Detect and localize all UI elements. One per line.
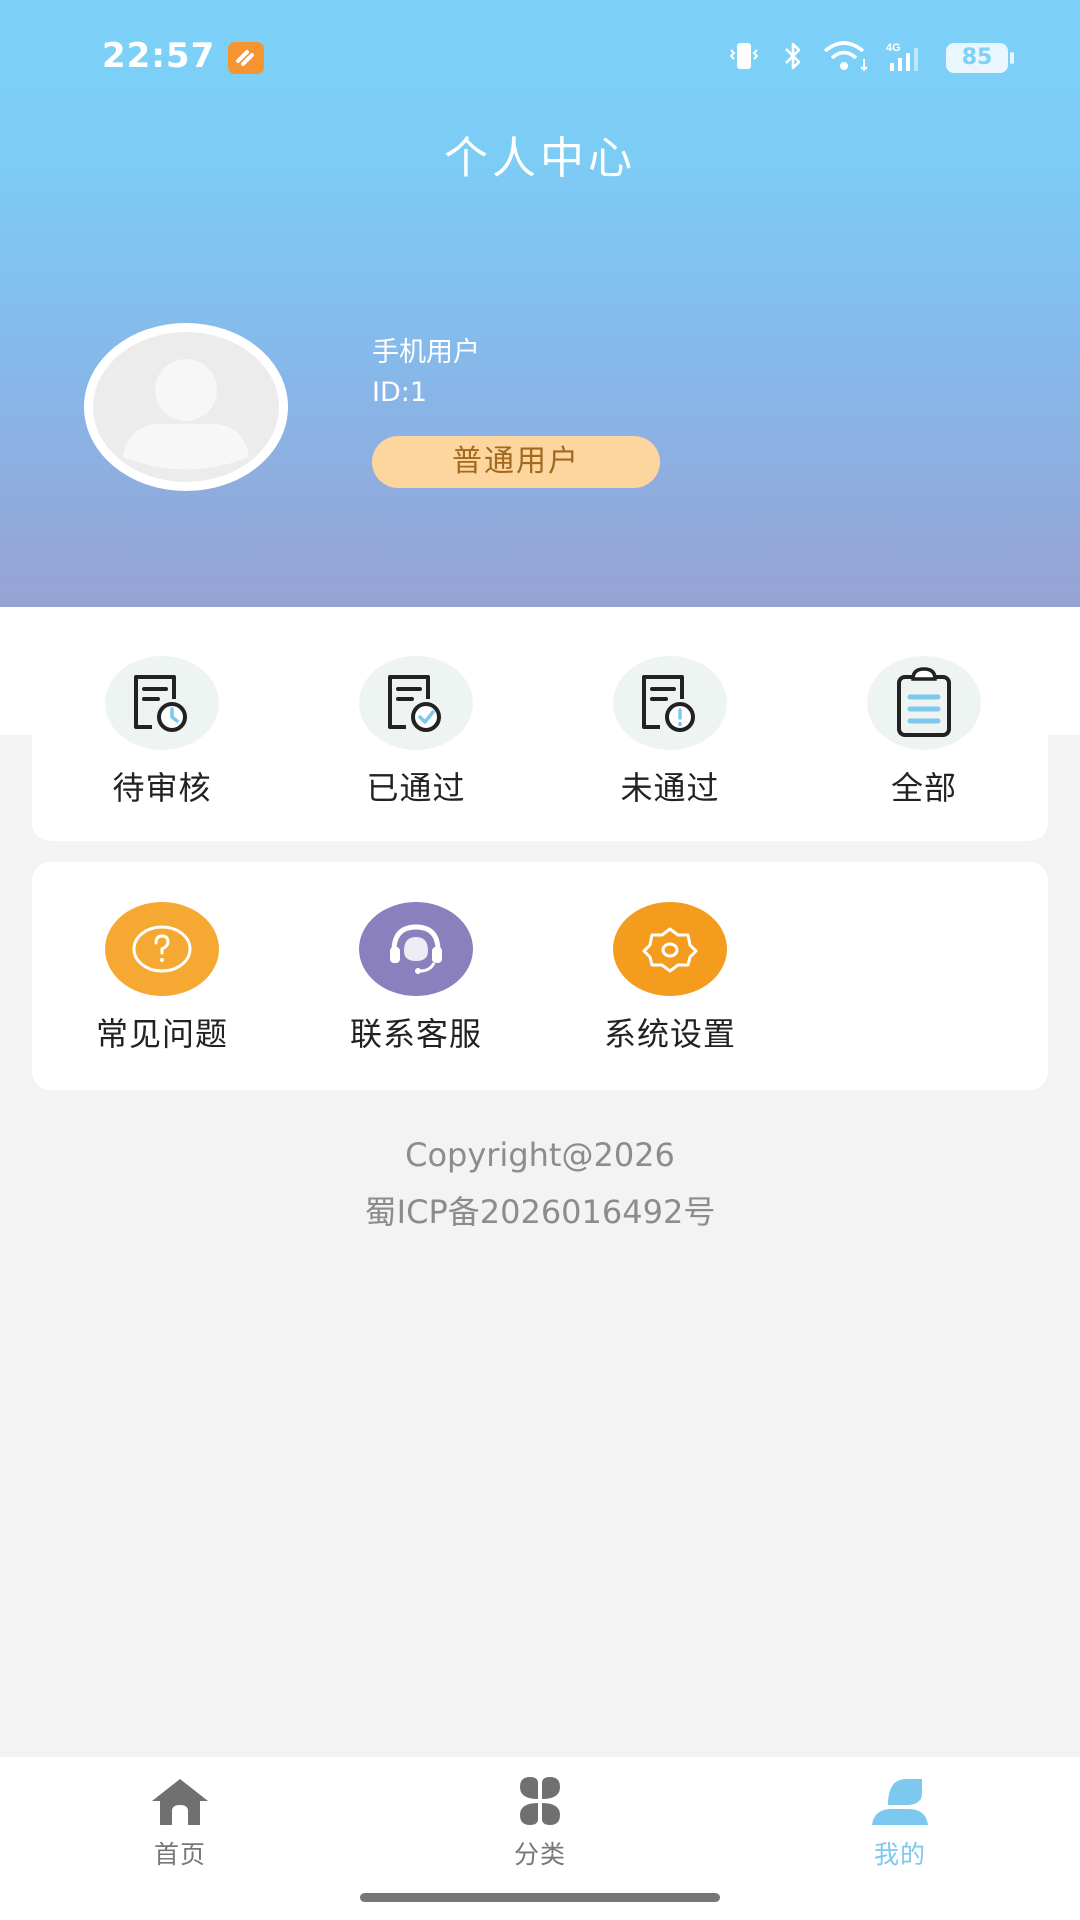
approved-icon	[359, 656, 473, 750]
order-all[interactable]: 全部	[797, 656, 1051, 809]
tab-home[interactable]: 首页	[80, 1775, 280, 1871]
status-bar: 22:57 4G 85	[0, 0, 1080, 110]
battery-icon: 85	[946, 43, 1014, 73]
order-label: 未通过	[620, 769, 720, 807]
svg-text:4G: 4G	[886, 42, 901, 54]
signal-4g-icon: 4G	[886, 39, 930, 77]
avatar-placeholder-icon	[93, 332, 279, 482]
icp-license-text: 蜀ICP备2026016492号	[364, 1193, 716, 1231]
pending-review-icon	[105, 656, 219, 750]
faq-icon	[105, 902, 219, 996]
user-role-badge: 普通用户	[372, 436, 660, 488]
order-label: 待审核	[112, 769, 212, 807]
service-contact[interactable]: 联系客服	[289, 902, 543, 1055]
tab-label: 首页	[153, 1840, 206, 1869]
tab-label: 分类	[513, 1840, 566, 1869]
footer-copyright: Copyright@2026 蜀ICP备2026016492号	[0, 1127, 1080, 1241]
copyright-text: Copyright@2026	[405, 1136, 675, 1174]
services-card: 常见问题 联系客服 系统设置	[32, 862, 1048, 1090]
service-label: 系统设置	[603, 1015, 736, 1053]
service-faq[interactable]: 常见问题	[35, 902, 289, 1055]
user-id: ID:1	[372, 377, 428, 408]
order-approved[interactable]: 已通过	[289, 656, 543, 809]
profile-icon	[872, 1779, 928, 1825]
tab-profile[interactable]: 我的	[800, 1775, 1000, 1871]
vibrate-icon	[724, 39, 764, 77]
wifi-icon	[822, 39, 870, 77]
rejected-icon	[613, 656, 727, 750]
order-label: 全部	[890, 769, 957, 807]
order-rejected[interactable]: 未通过	[543, 656, 797, 809]
home-icon	[152, 1779, 208, 1825]
category-icon	[520, 1777, 560, 1825]
all-clipboard-icon	[867, 656, 981, 750]
service-settings[interactable]: 系统设置	[543, 902, 797, 1055]
app-notification-icon	[228, 42, 264, 74]
service-label: 联系客服	[349, 1015, 482, 1053]
settings-icon	[613, 902, 727, 996]
service-label: 常见问题	[95, 1015, 228, 1053]
tab-category[interactable]: 分类	[440, 1775, 640, 1871]
page-title: 个人中心	[444, 133, 636, 184]
order-pending-review[interactable]: 待审核	[35, 656, 289, 809]
customer-service-icon	[359, 902, 473, 996]
user-name: 手机用户	[372, 337, 480, 368]
home-indicator[interactable]	[360, 1893, 720, 1902]
status-time: 22:57	[102, 36, 216, 76]
order-label: 已通过	[366, 769, 466, 807]
review-status-card: 待审核 已通过 未通过 全部	[0, 607, 1080, 841]
bluetooth-icon	[780, 39, 806, 77]
profile-header: 22:57 4G 85 个人中心 手机用户 ID:1 普通用户	[0, 0, 1080, 607]
status-icons: 4G 85	[724, 38, 1014, 78]
avatar[interactable]	[84, 323, 288, 491]
tab-label: 我的	[873, 1840, 926, 1869]
